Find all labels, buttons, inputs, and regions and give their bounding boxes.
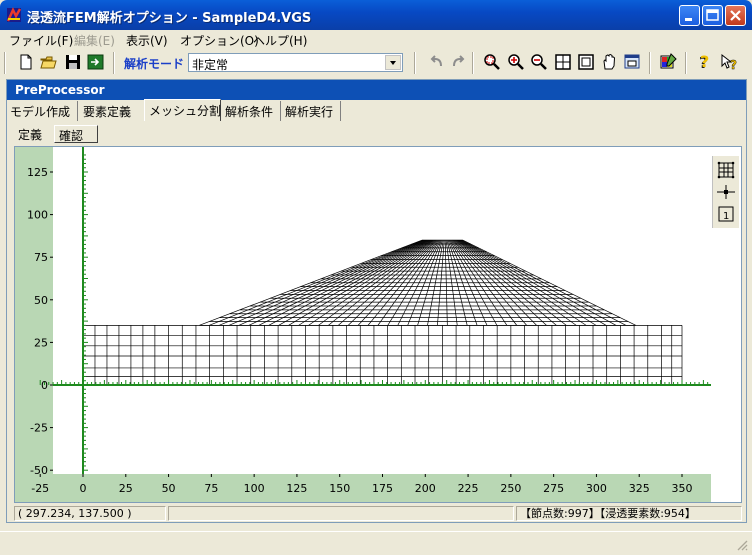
toolbar-separator bbox=[685, 52, 687, 74]
subtab-definition[interactable]: 定義 bbox=[14, 125, 52, 143]
help-icon[interactable]: ?? bbox=[694, 52, 714, 72]
menu-bar: ファイル(F) 編集(E) 表示(V) オプション(O) ヘルプ(H) bbox=[0, 30, 752, 49]
x-tick-label: 75 bbox=[204, 482, 218, 495]
chevron-down-icon[interactable] bbox=[385, 55, 401, 70]
mesh-counts: 【節点数:997】【浸透要素数:954】 bbox=[516, 506, 742, 521]
tab-conditions[interactable]: 解析条件 bbox=[221, 101, 281, 121]
panel-header: PreProcessor bbox=[7, 80, 746, 100]
x-tick-label: 175 bbox=[372, 482, 393, 495]
panel-title: PreProcessor bbox=[15, 83, 105, 97]
menu-help[interactable]: ヘルプ(H) bbox=[253, 32, 307, 49]
export-icon[interactable] bbox=[86, 52, 106, 72]
y-axis-band bbox=[15, 147, 53, 502]
x-tick-label: 125 bbox=[286, 482, 307, 495]
color-settings-icon[interactable] bbox=[658, 52, 678, 72]
tab-model[interactable]: モデル作成 bbox=[6, 101, 78, 121]
minimize-icon bbox=[685, 18, 692, 21]
status-bar: ( 297.234, 137.500 ) 【節点数:997】【浸透要素数:954… bbox=[14, 506, 742, 521]
maximize-button[interactable] bbox=[702, 5, 723, 26]
new-file-icon[interactable] bbox=[16, 52, 36, 72]
y-tick-label: 25 bbox=[34, 336, 48, 349]
zoom-in-icon[interactable] bbox=[506, 52, 526, 72]
context-help-icon[interactable]: ? bbox=[719, 52, 739, 72]
zoom-region-icon[interactable] bbox=[482, 52, 502, 72]
tab-mesh[interactable]: メッシュ分割 bbox=[144, 99, 221, 121]
y-tick-label: 50 bbox=[34, 294, 48, 307]
pan-hand-icon[interactable] bbox=[599, 52, 619, 72]
x-tick-label: 350 bbox=[672, 482, 693, 495]
undo-icon[interactable] bbox=[427, 52, 447, 72]
menu-file[interactable]: ファイル(F) bbox=[9, 32, 73, 49]
close-button[interactable] bbox=[725, 5, 746, 26]
x-tick-label: 25 bbox=[119, 482, 133, 495]
fit-window-icon[interactable] bbox=[576, 52, 596, 72]
subtab-check[interactable]: 確認 bbox=[54, 125, 98, 143]
window-title: 浸透流FEM解析オプション - SampleD4.VGS bbox=[27, 11, 312, 26]
x-tick-label: 150 bbox=[329, 482, 350, 495]
toolbar-separator bbox=[649, 52, 651, 74]
resize-grip-icon[interactable] bbox=[736, 539, 748, 551]
x-tick-label: 100 bbox=[244, 482, 265, 495]
svg-text:?: ? bbox=[730, 58, 737, 72]
fit-all-icon[interactable] bbox=[553, 52, 573, 72]
open-folder-icon[interactable] bbox=[39, 52, 59, 72]
y-tick-label: 125 bbox=[27, 166, 48, 179]
minimize-button[interactable] bbox=[679, 5, 700, 26]
window-status-bar bbox=[0, 531, 752, 555]
svg-text:1: 1 bbox=[723, 211, 729, 222]
print-preview-icon[interactable] bbox=[622, 52, 642, 72]
y-tick-label: 100 bbox=[27, 209, 48, 222]
analysis-mode-select[interactable]: 非定常 bbox=[188, 53, 403, 72]
zoom-out-icon[interactable] bbox=[529, 52, 549, 72]
save-icon[interactable] bbox=[63, 52, 83, 72]
status-empty bbox=[168, 506, 514, 521]
toolbar-separator bbox=[113, 52, 115, 74]
menu-options[interactable]: オプション(O) bbox=[180, 32, 259, 49]
x-tick-label: -25 bbox=[31, 482, 49, 495]
y-tick-label: -25 bbox=[30, 422, 48, 435]
x-tick-label: 200 bbox=[415, 482, 436, 495]
tab-run[interactable]: 解析実行 bbox=[281, 101, 341, 121]
x-tick-label: 325 bbox=[629, 482, 650, 495]
y-tick-label: 75 bbox=[34, 251, 48, 264]
x-tick-label: 50 bbox=[162, 482, 176, 495]
x-tick-label: 275 bbox=[543, 482, 564, 495]
maximize-icon bbox=[706, 9, 719, 21]
analysis-mode-value: 非定常 bbox=[192, 58, 229, 72]
close-icon bbox=[730, 10, 741, 21]
tab-element-def[interactable]: 要素定義 bbox=[79, 101, 145, 121]
toolbar-separator bbox=[414, 52, 416, 74]
mesh-view[interactable]: 125 100 75 50 25 0 -25 -50 -25 0 25 50 75 100 125 150 17… bbox=[14, 146, 742, 503]
menu-view[interactable]: 表示(V) bbox=[126, 32, 168, 49]
toolbar-separator bbox=[472, 52, 474, 74]
y-tick-label: -50 bbox=[30, 464, 48, 477]
node-icon[interactable] bbox=[716, 182, 736, 202]
x-tick-label: 0 bbox=[80, 482, 87, 495]
x-tick-label: 300 bbox=[586, 482, 607, 495]
app-icon[interactable] bbox=[6, 7, 22, 23]
element-number-icon[interactable]: 1 bbox=[716, 204, 736, 224]
mesh-grid-icon[interactable] bbox=[716, 160, 736, 180]
view-side-toolbar: 1 bbox=[712, 156, 739, 228]
menu-edit[interactable]: 編集(E) bbox=[74, 32, 115, 49]
analysis-mode-label: 解析モード bbox=[124, 57, 185, 71]
cursor-coordinates: ( 297.234, 137.500 ) bbox=[14, 506, 166, 521]
x-tick-label: 225 bbox=[458, 482, 479, 495]
redo-icon[interactable] bbox=[448, 52, 468, 72]
plot-area bbox=[15, 147, 711, 502]
svg-text:?: ? bbox=[700, 52, 709, 71]
x-tick-label: 250 bbox=[500, 482, 521, 495]
title-bar[interactable]: 浸透流FEM解析オプション - SampleD4.VGS bbox=[0, 0, 752, 30]
y-tick-label: 0 bbox=[41, 379, 48, 392]
mesh-plot[interactable]: 1251007550250-25-50-25 0 25 50 75 100 125 150 17… bbox=[15, 147, 741, 502]
toolbar-grip bbox=[4, 52, 6, 74]
